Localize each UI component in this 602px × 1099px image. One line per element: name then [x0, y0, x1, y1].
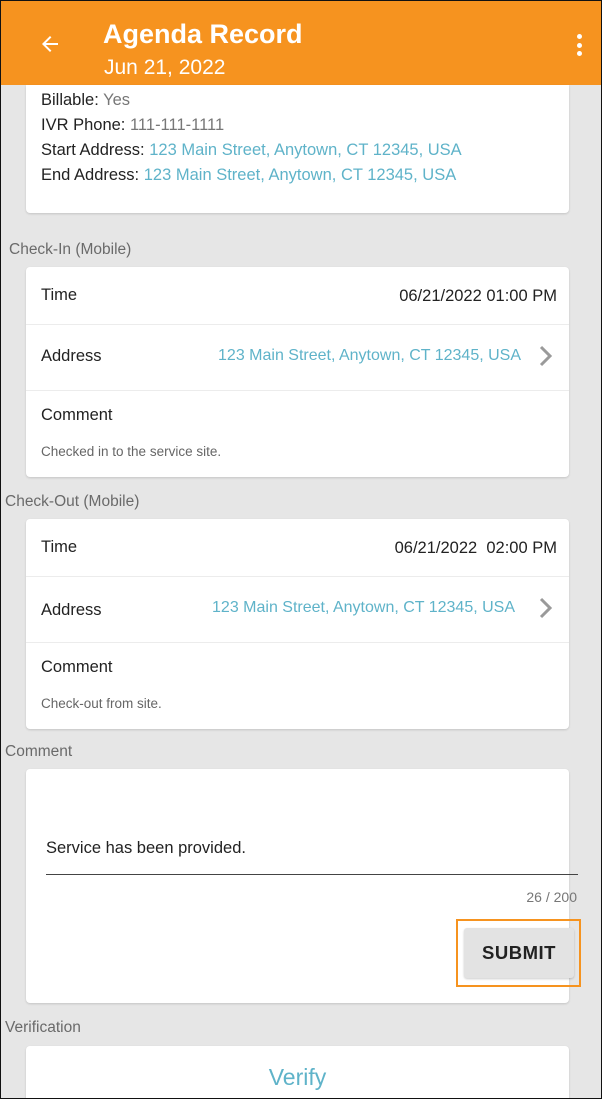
character-counter: 26 / 200 — [526, 889, 577, 905]
checkin-section-header: Check-In (Mobile) — [9, 241, 132, 258]
verify-button[interactable]: Verify — [26, 1046, 569, 1098]
comment-section-header: Comment — [5, 743, 73, 760]
checkout-time-row: Time 06/21/2022 02:00 PM — [26, 519, 569, 577]
checkout-address-link[interactable]: 123 Main Street, Anytown, CT 12345, USA — [212, 599, 515, 617]
verification-card: Verify — [26, 1046, 569, 1098]
end-address-label: End Address: — [41, 166, 140, 184]
screen: Agenda Record Jun 21, 2022 Billable: Yes… — [0, 0, 602, 1099]
chevron-right-icon[interactable] — [535, 344, 557, 368]
checkin-comment-label: Comment — [41, 406, 113, 424]
comment-card: 26 / 200 SUBMIT — [26, 769, 581, 1003]
comment-input[interactable] — [46, 823, 578, 875]
app-bar: Agenda Record Jun 21, 2022 — [1, 1, 601, 85]
checkout-time-value: 06/21/2022 02:00 PM — [394, 539, 557, 557]
billable-line: Billable: Yes — [41, 89, 130, 111]
ivr-phone-value: 111-111-1111 — [129, 116, 225, 134]
start-address-label: Start Address: — [41, 141, 145, 159]
end-address-link[interactable]: 123 Main Street, Anytown, CT 12345, USA — [144, 166, 456, 184]
page-title: Agenda Record — [103, 19, 303, 49]
submit-highlight: SUBMIT — [456, 919, 581, 987]
details-card: Billable: Yes IVR Phone: 111-111-1111 St… — [26, 85, 569, 213]
checkout-comment-text: Check-out from site. — [41, 696, 162, 711]
checkout-section-header: Check-Out (Mobile) — [5, 493, 140, 510]
checkin-time-value: 06/21/2022 01:00 PM — [399, 287, 557, 305]
start-address-line: Start Address: 123 Main Street, Anytown,… — [41, 139, 462, 161]
checkin-time-row: Time 06/21/2022 01:00 PM — [26, 267, 569, 325]
end-address-line: End Address: 123 Main Street, Anytown, C… — [41, 164, 456, 186]
checkin-address-link[interactable]: 123 Main Street, Anytown, CT 12345, USA — [218, 347, 521, 365]
page-subtitle-date: Jun 21, 2022 — [104, 56, 226, 79]
verification-section-header: Verification — [5, 1019, 81, 1036]
billable-value: Yes — [103, 91, 131, 109]
billable-label: Billable: — [41, 91, 99, 109]
ivr-phone-label: IVR Phone: — [41, 116, 126, 134]
checkout-address-row[interactable]: 123 Main Street, Anytown, CT 12345, USA … — [26, 577, 569, 643]
chevron-right-icon[interactable] — [535, 596, 557, 620]
checkout-comment-label: Comment — [41, 658, 113, 676]
checkout-address-label: Address — [41, 601, 102, 619]
checkin-address-label: Address — [41, 347, 102, 365]
arrow-left-icon[interactable] — [37, 31, 63, 57]
submit-button[interactable]: SUBMIT — [464, 928, 574, 978]
checkin-card: Time 06/21/2022 01:00 PM Address 123 Mai… — [26, 267, 569, 477]
more-vert-icon[interactable] — [569, 31, 589, 59]
start-address-link[interactable]: 123 Main Street, Anytown, CT 12345, USA — [149, 141, 461, 159]
checkin-time-label: Time — [41, 286, 78, 304]
checkin-comment-text: Checked in to the service site. — [41, 444, 222, 459]
checkin-address-row[interactable]: Address 123 Main Street, Anytown, CT 123… — [26, 325, 569, 391]
checkout-card: Time 06/21/2022 02:00 PM 123 Main Street… — [26, 519, 569, 729]
ivr-phone-line: IVR Phone: 111-111-1111 — [41, 114, 224, 136]
checkout-time-label: Time — [41, 538, 78, 556]
